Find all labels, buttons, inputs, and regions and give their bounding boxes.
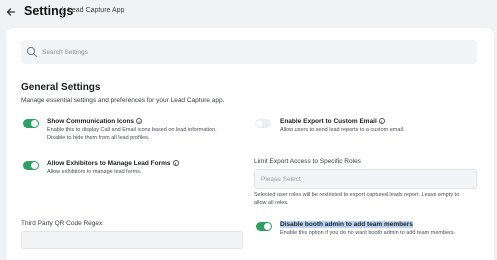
disable-booth-admin-description: Enable this option if you do no want boo… [280, 230, 456, 236]
app-name: Lead Capture App [68, 7, 125, 14]
disable-booth-admin-toggle[interactable] [256, 222, 272, 231]
search-icon [26, 46, 37, 57]
toggle-knob [31, 162, 38, 169]
search-input[interactable] [42, 45, 462, 59]
show-communication-icons-description: Enable this to display Call and Email ic… [47, 127, 217, 142]
export-custom-email-description: Allow users to send lead reports to a cu… [280, 127, 405, 133]
export-custom-email-toggle[interactable] [255, 119, 271, 128]
limit-export-roles-select[interactable]: Please Select [254, 169, 477, 189]
qr-regex-label: Third Party QR Code Regex [21, 220, 103, 227]
help-line: Selected user roles will be restricted t… [254, 192, 460, 198]
qr-regex-input[interactable] [21, 231, 243, 249]
arrow-left-icon [6, 8, 16, 16]
back-button[interactable] [4, 5, 18, 19]
show-communication-icons-toggle[interactable] [23, 119, 39, 128]
info-icon[interactable]: i [172, 160, 179, 166]
toggle-knob [31, 120, 38, 127]
setting-label-text: Enable Export to Custom Email [280, 118, 377, 125]
setting-label-text: Show Communication Icons [47, 118, 135, 125]
limit-export-help: Selected user roles will be restricted t… [254, 192, 459, 207]
info-icon[interactable]: i [136, 118, 143, 124]
setting-label-text: Allow Exhibitors to Manage Lead Forms [47, 160, 171, 167]
description-line: Disable to hide them from all lead profi… [47, 134, 150, 141]
exhibitors-lead-forms-description: Allow exhibitors to manage lead forms. [47, 169, 142, 175]
top-bar: Settings Lead Capture App [0, 0, 497, 24]
select-placeholder: Please Select [261, 176, 301, 183]
description-line: Enable this to display Call and Email ic… [47, 127, 217, 133]
disable-booth-admin-label: Disable booth admin to add team members [280, 221, 413, 228]
help-line: allow all roles. [254, 199, 289, 206]
title-divider [62, 6, 63, 17]
page-title: Settings [24, 4, 74, 18]
toggle-knob [256, 120, 263, 127]
section-title: General Settings [21, 82, 101, 93]
toggle-knob [264, 223, 271, 230]
info-icon[interactable]: i [378, 118, 385, 124]
section-description: Manage essential settings and preference… [21, 97, 225, 104]
limit-export-label: Limit Export Access to Specific Roles [254, 158, 361, 165]
show-communication-icons-label: Show Communication Icons i [47, 118, 143, 125]
exhibitors-lead-forms-label: Allow Exhibitors to Manage Lead Forms i [47, 160, 179, 167]
export-custom-email-label: Enable Export to Custom Email i [280, 118, 385, 125]
exhibitors-lead-forms-toggle[interactable] [23, 161, 39, 170]
